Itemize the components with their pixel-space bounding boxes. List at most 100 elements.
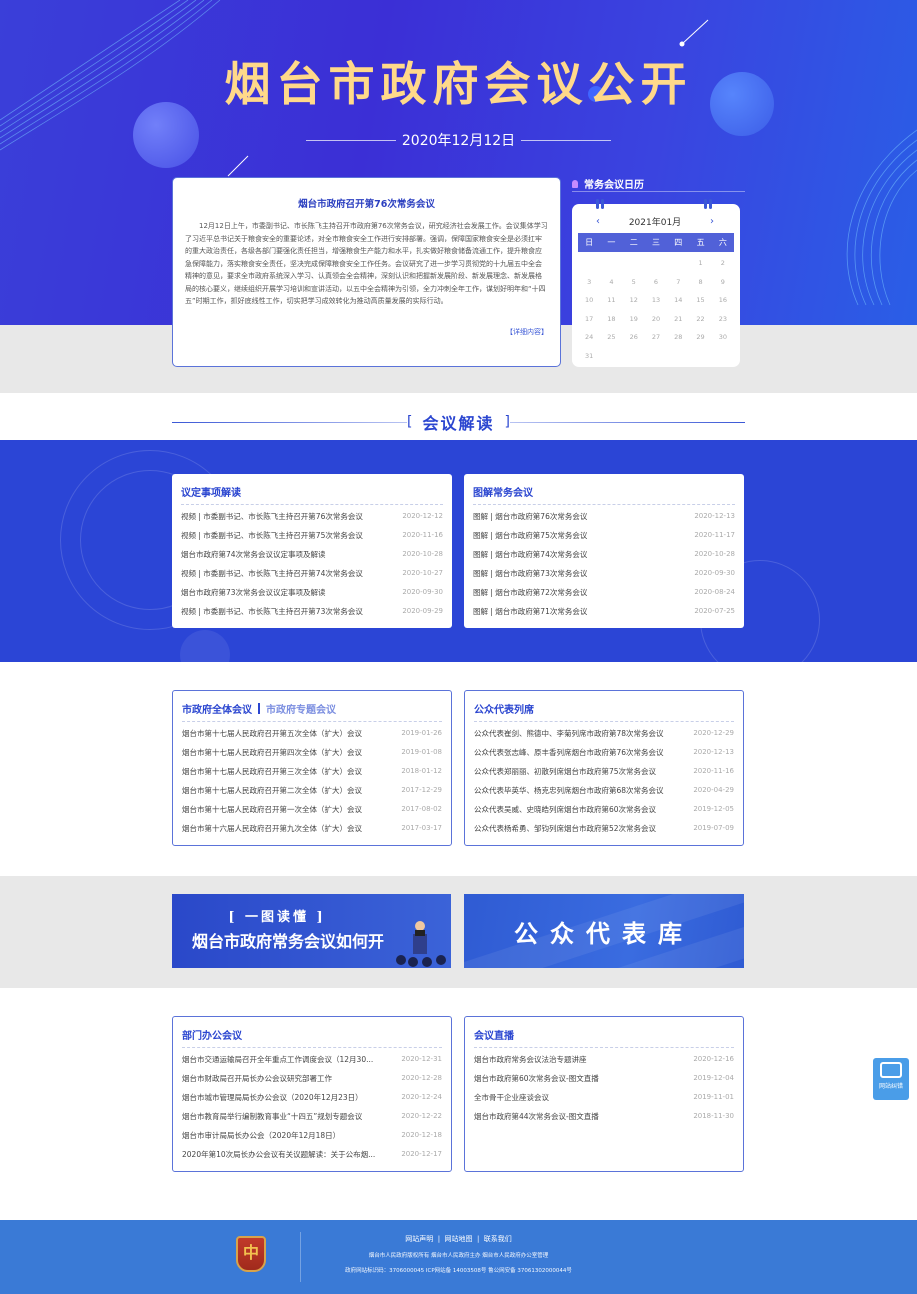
tab-special[interactable]: 市政府专题会议 bbox=[266, 701, 336, 716]
list-item-title[interactable]: 图解 | 烟台市政府第71次常务会议 bbox=[473, 602, 587, 621]
calendar-day[interactable]: 24 bbox=[578, 328, 600, 347]
list-item-title[interactable]: 烟台市政府第44次常务会议-图文直播 bbox=[474, 1107, 599, 1126]
list-item[interactable]: 烟台市城市管理局局长办公会议（2020年12月23日） 2020-12-24 bbox=[182, 1088, 442, 1107]
calendar-day[interactable]: 29 bbox=[689, 328, 711, 347]
calendar-day[interactable]: 10 bbox=[578, 291, 600, 310]
calendar-day[interactable]: 16 bbox=[712, 291, 734, 310]
list-item[interactable]: 烟台市第十七届人民政府召开第四次全体（扩大）会议 2019-01-08 bbox=[182, 743, 442, 762]
calendar-day[interactable]: 9 bbox=[712, 273, 734, 292]
list-item[interactable]: 图解 | 烟台市政府第73次常务会议 2020-09-30 bbox=[473, 564, 735, 583]
featured-article[interactable]: 烟台市政府召开第76次常务会议 12月12日上午，市委副书记、市长陈飞主持召开市… bbox=[172, 177, 561, 367]
list-item-title[interactable]: 烟台市教育局举行编制教育事业“十四五”规划专题会议 bbox=[182, 1107, 362, 1126]
list-item[interactable]: 公众代表毕英华、杨克忠列席烟台市政府第68次常务会议 2020-04-29 bbox=[474, 781, 734, 800]
list-item-title[interactable]: 公众代表杨希勇、邹钧列席烟台市政府第52次常务会议 bbox=[474, 819, 656, 838]
list-item[interactable]: 视频 | 市委副书记、市长陈飞主持召开第74次常务会议 2020-10-27 bbox=[181, 564, 443, 583]
calendar-day[interactable]: 20 bbox=[645, 310, 667, 329]
list-item-title[interactable]: 公众代表张志峰、原丰香列席烟台市政府第76次常务会议 bbox=[474, 743, 664, 762]
calendar-day[interactable]: 3 bbox=[578, 273, 600, 292]
list-item[interactable]: 2020年第10次局长办公会议有关议题解读：关于公布烟... 2020-12-17 bbox=[182, 1145, 442, 1164]
list-item[interactable]: 烟台市政府第73次常务会议议定事项及解读 2020-09-30 bbox=[181, 583, 443, 602]
calendar-day[interactable]: 31 bbox=[578, 347, 600, 366]
list-item-title[interactable]: 视频 | 市委副书记、市长陈飞主持召开第76次常务会议 bbox=[181, 507, 363, 526]
list-item[interactable]: 视频 | 市委副书记、市长陈飞主持召开第75次常务会议 2020-11-16 bbox=[181, 526, 443, 545]
list-item-title[interactable]: 全市骨干企业座谈会议 bbox=[474, 1088, 549, 1107]
list-item-title[interactable]: 视频 | 市委副书记、市长陈飞主持召开第73次常务会议 bbox=[181, 602, 363, 621]
list-item[interactable]: 视频 | 市委副书记、市长陈飞主持召开第76次常务会议 2020-12-12 bbox=[181, 507, 443, 526]
list-item[interactable]: 烟台市政府常务会议法治专题讲座 2020-12-16 bbox=[474, 1050, 734, 1069]
list-item-title[interactable]: 图解 | 烟台市政府第72次常务会议 bbox=[473, 583, 587, 602]
calendar-day[interactable]: 27 bbox=[645, 328, 667, 347]
list-item-title[interactable]: 视频 | 市委副书记、市长陈飞主持召开第75次常务会议 bbox=[181, 526, 363, 545]
list-item[interactable]: 视频 | 市委副书记、市长陈飞主持召开第73次常务会议 2020-09-29 bbox=[181, 602, 443, 621]
list-item-title[interactable]: 烟台市第十七届人民政府召开第二次全体（扩大）会议 bbox=[182, 781, 362, 800]
calendar-day[interactable]: 8 bbox=[689, 273, 711, 292]
list-item-title[interactable]: 图解 | 烟台市政府第74次常务会议 bbox=[473, 545, 587, 564]
list-item-title[interactable]: 烟台市政府第73次常务会议议定事项及解读 bbox=[181, 583, 326, 602]
calendar-day[interactable]: 11 bbox=[600, 291, 622, 310]
list-item[interactable]: 公众代表吴威、史晓皓列席烟台市政府第60次常务会议 2019-12-05 bbox=[474, 800, 734, 819]
list-item-title[interactable]: 烟台市第十六届人民政府召开第九次全体（扩大）会议 bbox=[182, 819, 362, 838]
list-item[interactable]: 烟台市第十七届人民政府召开第二次全体（扩大）会议 2017-12-29 bbox=[182, 781, 442, 800]
list-item-title[interactable]: 烟台市审计局局长办公会（2020年12月18日） bbox=[182, 1126, 340, 1145]
list-item[interactable]: 公众代表张志峰、原丰香列席烟台市政府第76次常务会议 2020-12-13 bbox=[474, 743, 734, 762]
list-item[interactable]: 烟台市财政局召开局长办公会议研究部署工作 2020-12-28 bbox=[182, 1069, 442, 1088]
list-item-title[interactable]: 烟台市第十七届人民政府召开第四次全体（扩大）会议 bbox=[182, 743, 362, 762]
list-item-title[interactable]: 公众代表郑丽丽、初散列席烟台市政府第75次常务会议 bbox=[474, 762, 656, 781]
list-item-title[interactable]: 图解 | 烟台市政府第73次常务会议 bbox=[473, 564, 587, 583]
calendar-day[interactable]: 30 bbox=[712, 328, 734, 347]
list-item[interactable]: 烟台市教育局举行编制教育事业“十四五”规划专题会议 2020-12-22 bbox=[182, 1107, 442, 1126]
list-item[interactable]: 图解 | 烟台市政府第72次常务会议 2020-08-24 bbox=[473, 583, 735, 602]
calendar-day[interactable]: 2 bbox=[712, 254, 734, 273]
calendar-day[interactable]: 12 bbox=[623, 291, 645, 310]
list-item-title[interactable]: 烟台市第十七届人民政府召开第三次全体（扩大）会议 bbox=[182, 762, 362, 781]
calendar-day[interactable]: 23 bbox=[712, 310, 734, 329]
list-item[interactable]: 烟台市交通运输局召开全年重点工作调度会议（12月30... 2020-12-31 bbox=[182, 1050, 442, 1069]
list-item[interactable]: 图解 | 烟台市政府第71次常务会议 2020-07-25 bbox=[473, 602, 735, 621]
calendar-day[interactable]: 17 bbox=[578, 310, 600, 329]
list-item[interactable]: 烟台市第十七届人民政府召开第三次全体（扩大）会议 2018-01-12 bbox=[182, 762, 442, 781]
calendar-day[interactable]: 1 bbox=[689, 254, 711, 273]
list-item-title[interactable]: 烟台市政府第74次常务会议议定事项及解读 bbox=[181, 545, 326, 564]
footer-link-statement[interactable]: 网站声明 bbox=[405, 1235, 433, 1243]
tab-plenary[interactable]: 市政府全体会议 bbox=[182, 701, 252, 716]
list-item[interactable]: 烟台市第十七届人民政府召开第五次全体（扩大）会议 2019-01-26 bbox=[182, 724, 442, 743]
calendar-day[interactable]: 21 bbox=[667, 310, 689, 329]
list-item[interactable]: 烟台市政府第44次常务会议-图文直播 2018-11-30 bbox=[474, 1107, 734, 1126]
list-item-title[interactable]: 烟台市政府常务会议法治专题讲座 bbox=[474, 1050, 587, 1069]
list-item[interactable]: 烟台市第十七届人民政府召开第一次全体（扩大）会议 2017-08-02 bbox=[182, 800, 442, 819]
calendar-day[interactable]: 4 bbox=[600, 273, 622, 292]
panel-title[interactable]: 会议直播 bbox=[474, 1027, 514, 1042]
panel-title[interactable]: 议定事项解读 bbox=[181, 484, 241, 499]
list-item-title[interactable]: 公众代表吴威、史晓皓列席烟台市政府第60次常务会议 bbox=[474, 800, 656, 819]
calendar-day[interactable]: 6 bbox=[645, 273, 667, 292]
party-gov-logo[interactable]: 中 bbox=[236, 1236, 266, 1272]
calendar-day[interactable]: 28 bbox=[667, 328, 689, 347]
list-item[interactable]: 烟台市审计局局长办公会（2020年12月18日） 2020-12-18 bbox=[182, 1126, 442, 1145]
prev-month-icon[interactable]: ‹ bbox=[596, 216, 600, 227]
calendar-day[interactable]: 25 bbox=[600, 328, 622, 347]
list-item[interactable]: 烟台市政府第74次常务会议议定事项及解读 2020-10-28 bbox=[181, 545, 443, 564]
list-item[interactable]: 公众代表郑丽丽、初散列席烟台市政府第75次常务会议 2020-11-16 bbox=[474, 762, 734, 781]
list-item-title[interactable]: 图解 | 烟台市政府第75次常务会议 bbox=[473, 526, 587, 545]
panel-title[interactable]: 图解常务会议 bbox=[473, 484, 533, 499]
list-item-title[interactable]: 2020年第10次局长办公会议有关议题解读：关于公布烟... bbox=[182, 1145, 375, 1164]
footer-link-contact[interactable]: 联系我们 bbox=[484, 1235, 512, 1243]
calendar-day[interactable]: 7 bbox=[667, 273, 689, 292]
error-report-button[interactable]: 网站纠错 bbox=[873, 1058, 909, 1100]
list-item-title[interactable]: 视频 | 市委副书记、市长陈飞主持召开第74次常务会议 bbox=[181, 564, 363, 583]
calendar-day[interactable]: 26 bbox=[623, 328, 645, 347]
list-item[interactable]: 图解 | 烟台市政府第76次常务会议 2020-12-13 bbox=[473, 507, 735, 526]
list-item[interactable]: 全市骨干企业座谈会议 2019-11-01 bbox=[474, 1088, 734, 1107]
featured-article-title[interactable]: 烟台市政府召开第76次常务会议 bbox=[185, 196, 548, 210]
more-link[interactable]: 【详细内容】 bbox=[506, 327, 548, 337]
calendar-day[interactable]: 19 bbox=[623, 310, 645, 329]
public-rep-library-banner[interactable]: 公众代表库 bbox=[464, 894, 744, 968]
calendar-day[interactable]: 22 bbox=[689, 310, 711, 329]
list-item-title[interactable]: 公众代表崔剑、熊德中、李菊列席市政府第78次常务会议 bbox=[474, 724, 664, 743]
list-item[interactable]: 公众代表杨希勇、邹钧列席烟台市政府第52次常务会议 2019-07-09 bbox=[474, 819, 734, 838]
list-item-title[interactable]: 公众代表毕英华、杨克忠列席烟台市政府第68次常务会议 bbox=[474, 781, 664, 800]
panel-title[interactable]: 公众代表列席 bbox=[474, 701, 534, 716]
footer-link-sitemap[interactable]: 网站地图 bbox=[445, 1235, 473, 1243]
list-item-title[interactable]: 烟台市第十七届人民政府召开第一次全体（扩大）会议 bbox=[182, 800, 362, 819]
panel-title[interactable]: 部门办公会议 bbox=[182, 1027, 242, 1042]
